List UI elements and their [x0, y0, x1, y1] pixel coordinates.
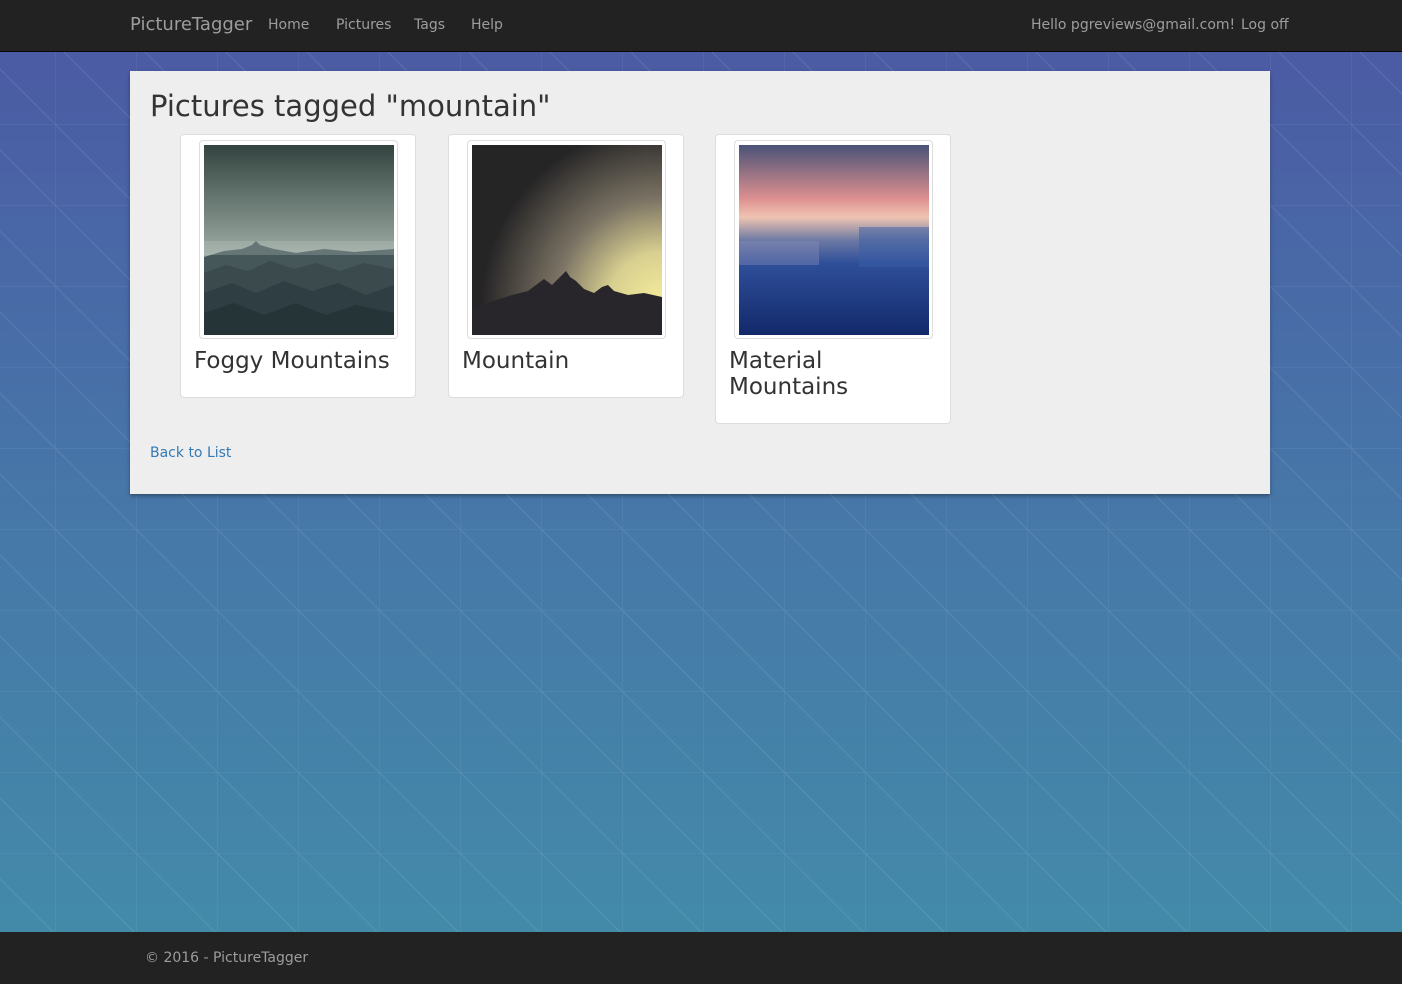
- nav-help-link[interactable]: Help: [471, 17, 503, 33]
- brand-link[interactable]: PictureTagger: [130, 14, 252, 35]
- picture-thumbnail-frame[interactable]: [199, 140, 398, 339]
- picture-title[interactable]: Mountain: [462, 348, 672, 374]
- back-to-list-link[interactable]: Back to List: [150, 445, 231, 461]
- picture-title[interactable]: Foggy Mountains: [194, 348, 404, 374]
- page-title: Pictures tagged "mountain": [150, 89, 551, 123]
- page-footer: © 2016 - PictureTagger: [0, 932, 1402, 984]
- picture-material-mountains-image[interactable]: [739, 145, 929, 335]
- user-greeting-link[interactable]: Hello pgreviews@gmail.com!: [1031, 17, 1235, 33]
- logoff-link[interactable]: Log off: [1241, 17, 1289, 33]
- top-navbar: PictureTagger Home Pictures Tags Help He…: [0, 0, 1402, 52]
- nav-pictures-link[interactable]: Pictures: [336, 17, 391, 33]
- picture-card[interactable]: Foggy Mountains: [180, 134, 416, 398]
- content-panel: Pictures tagged "mountain" Foggy Mountai…: [130, 71, 1270, 494]
- picture-card[interactable]: Mountain: [448, 134, 684, 398]
- picture-mountain-image[interactable]: [472, 145, 662, 335]
- picture-thumbnail-frame[interactable]: [734, 140, 933, 339]
- copyright-text: © 2016 - PictureTagger: [145, 950, 309, 966]
- nav-home-link[interactable]: Home: [268, 17, 309, 33]
- picture-title[interactable]: Material Mountains: [729, 348, 939, 400]
- picture-thumbnail-frame[interactable]: [467, 140, 666, 339]
- picture-card[interactable]: Material Mountains: [715, 134, 951, 424]
- picture-foggy-mountains-image[interactable]: [204, 145, 394, 335]
- nav-tags-link[interactable]: Tags: [414, 17, 445, 33]
